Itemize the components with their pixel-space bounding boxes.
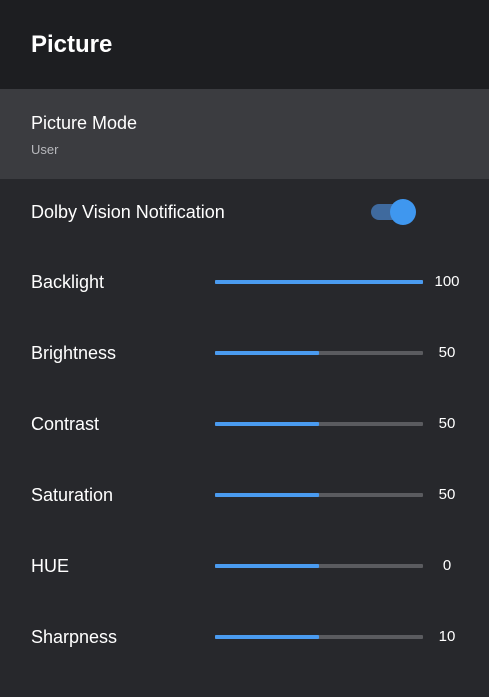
slider-value: 50 <box>438 486 456 503</box>
slider-value: 50 <box>438 344 456 361</box>
picture-mode-value: User <box>31 142 59 157</box>
slider-item-sharpness[interactable]: Sharpness 10 <box>0 602 489 672</box>
brightness-slider[interactable] <box>215 351 423 355</box>
header-bar: Picture <box>0 0 489 89</box>
slider-fill <box>215 351 319 355</box>
contrast-slider[interactable] <box>215 422 423 426</box>
slider-value: 50 <box>438 415 456 432</box>
slider-item-contrast[interactable]: Contrast 50 <box>0 389 489 459</box>
slider-item-saturation[interactable]: Saturation 50 <box>0 460 489 530</box>
slider-label: Brightness <box>31 343 117 363</box>
slider-label: Sharpness <box>31 627 118 647</box>
slider-item-hue[interactable]: HUE 0 <box>0 531 489 601</box>
slider-label: Saturation <box>31 485 114 505</box>
slider-item-backlight[interactable]: Backlight 100 <box>0 247 489 317</box>
slider-value: 0 <box>442 557 452 574</box>
slider-label: HUE <box>31 556 70 576</box>
slider-fill <box>215 564 319 568</box>
slider-fill <box>215 635 319 639</box>
slider-fill <box>215 280 423 284</box>
slider-value: 100 <box>434 273 460 290</box>
slider-label: Backlight <box>31 272 105 292</box>
picture-mode-label: Picture Mode <box>31 113 138 133</box>
toggle-thumb <box>390 199 416 225</box>
slider-label: Contrast <box>31 414 100 434</box>
dolby-vision-notification-label: Dolby Vision Notification <box>31 202 225 222</box>
hue-slider[interactable] <box>215 564 423 568</box>
slider-fill <box>215 493 319 497</box>
dolby-vision-notification-toggle[interactable] <box>371 198 417 225</box>
slider-value: 10 <box>438 628 456 645</box>
picture-mode-item[interactable]: Picture Mode User <box>0 89 489 179</box>
backlight-slider[interactable] <box>215 280 423 284</box>
sharpness-slider[interactable] <box>215 635 423 639</box>
saturation-slider[interactable] <box>215 493 423 497</box>
page-title: Picture <box>31 31 113 58</box>
slider-item-brightness[interactable]: Brightness 50 <box>0 318 489 388</box>
slider-fill <box>215 422 319 426</box>
dolby-vision-notification-item[interactable]: Dolby Vision Notification <box>0 179 489 245</box>
